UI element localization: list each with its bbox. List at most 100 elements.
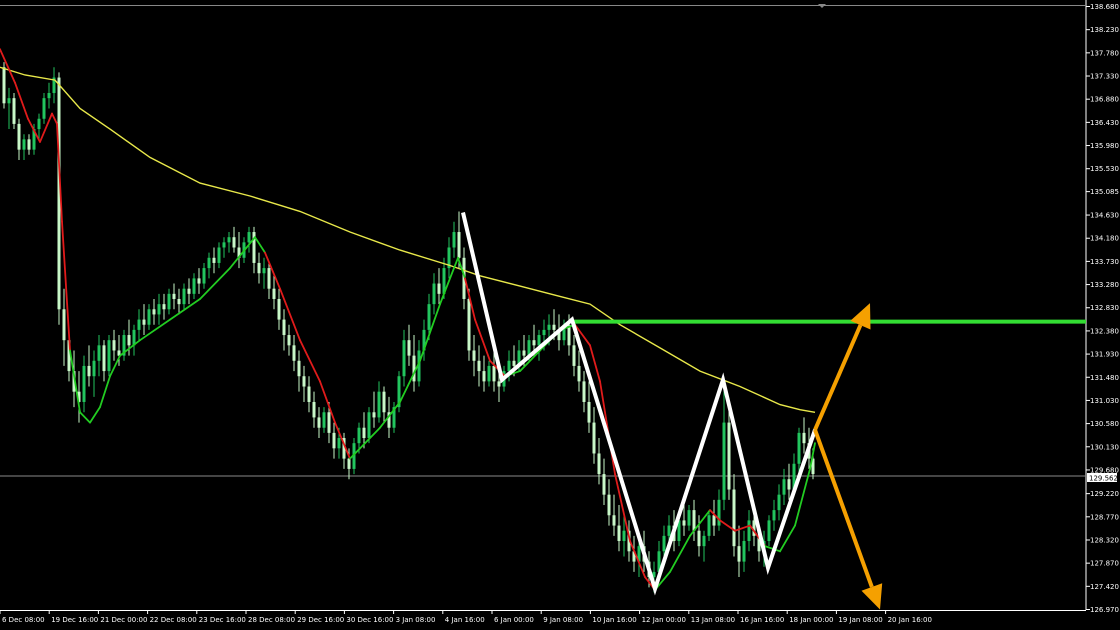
price-tick-label: 127.870 [1090, 560, 1119, 568]
price-tick-label: 136.880 [1090, 96, 1119, 104]
candle-body [27, 139, 31, 150]
candle-body [602, 474, 606, 495]
candle-body [572, 345, 576, 366]
candle-body [217, 247, 221, 263]
candle-body [332, 432, 336, 449]
price-chart[interactable]: 138.680 138.230 137.780 137.330 136.880 136.4… [0, 0, 1120, 630]
time-tick-label: 4 Jan 16:00 [445, 616, 485, 624]
candle-body [662, 535, 666, 552]
candle-body [732, 489, 736, 547]
candle [397, 371, 401, 413]
candle-body [247, 232, 251, 243]
candle-body [667, 525, 671, 536]
price-tick-label: 128.320 [1090, 536, 1119, 544]
candle-body [432, 283, 436, 305]
candle-body [592, 422, 596, 454]
candle-body [297, 360, 301, 377]
price-tick-label: 131.930 [1090, 351, 1119, 359]
candle-body [727, 422, 731, 490]
candle [12, 93, 16, 130]
candle-body [492, 365, 496, 382]
time-tick-label: 6 Jan 00:00 [494, 616, 534, 624]
time-tick-label: 13 Jan 08:00 [691, 616, 735, 624]
candle-body [597, 453, 601, 475]
time-tick-label: 19 Jan 08:00 [838, 616, 882, 624]
candle-body [317, 417, 321, 428]
candle-body [737, 546, 741, 562]
price-tick-label: 134.180 [1090, 235, 1119, 243]
candle-body [587, 401, 591, 423]
candle-body [682, 520, 686, 526]
candle-body [697, 530, 701, 547]
candle-body [782, 479, 786, 495]
candle-body [182, 288, 186, 305]
candle-body [607, 494, 611, 516]
candle-body [222, 242, 226, 248]
time-tick-label: 28 Dec 08:00 [248, 616, 295, 624]
candle-body [452, 232, 456, 248]
time-tick-label: 3 Jan 08:00 [396, 616, 436, 624]
candle-body [692, 510, 696, 531]
time-tick-label: 30 Dec 16:00 [346, 616, 393, 624]
price-tick-label: 132.830 [1090, 304, 1119, 312]
time-tick-label: 9 Jan 08:00 [543, 616, 583, 624]
candle-body [327, 412, 331, 433]
time-tick-label: 6 Dec 08:00 [2, 616, 45, 624]
candle-body [777, 494, 781, 511]
time-tick-label: 23 Dec 16:00 [199, 616, 246, 624]
candle-body [157, 304, 161, 315]
time-tick-label: 19 Dec 16:00 [51, 616, 98, 624]
candle-body [302, 376, 306, 387]
candle-body [87, 365, 91, 377]
candle-body [97, 345, 101, 361]
candle-body [367, 412, 371, 439]
current-price-label: 129.562 [1089, 475, 1118, 483]
candle-body [377, 391, 381, 418]
candle-body [232, 237, 236, 248]
candle-body [457, 232, 461, 258]
candle-body [472, 350, 476, 361]
price-tick-label: 133.730 [1090, 258, 1119, 266]
candle-body [722, 422, 726, 500]
candle-body [137, 319, 141, 330]
candle-body [477, 360, 481, 372]
candle-body [62, 309, 66, 341]
time-tick-label: 29 Dec 16:00 [297, 616, 344, 624]
candle-body [272, 288, 276, 299]
candle-body [372, 412, 376, 418]
candle-body [347, 458, 351, 469]
candle-body [277, 298, 281, 320]
time-tick-label: 16 Jan 16:00 [740, 616, 784, 624]
time-tick-label: 12 Jan 00:00 [642, 616, 686, 624]
price-tick-label: 137.330 [1090, 73, 1119, 81]
candle-body [552, 324, 556, 330]
candle-body [542, 329, 546, 336]
candle-body [227, 237, 231, 243]
candle-body [322, 412, 326, 428]
candle-body [47, 93, 51, 99]
price-tick-label: 129.220 [1090, 490, 1119, 498]
candle [107, 335, 111, 377]
time-tick-label: 20 Jan 16:00 [888, 616, 932, 624]
price-tick-label: 137.780 [1090, 49, 1119, 57]
candle-body [37, 118, 41, 130]
candle-body [262, 268, 266, 274]
price-tick-label: 132.380 [1090, 327, 1119, 335]
candle-body [547, 324, 551, 330]
candle-body [207, 257, 211, 269]
price-tick-label: 131.030 [1090, 397, 1119, 405]
candle-body [152, 309, 156, 315]
candle-body [787, 479, 791, 490]
price-tick-label: 126.970 [1090, 606, 1119, 614]
candle-body [702, 535, 706, 547]
candle-body [497, 381, 501, 387]
candle-body [512, 360, 516, 366]
candle-body [532, 340, 536, 346]
candle-body [17, 123, 21, 150]
candle-body [467, 298, 471, 351]
candle-body [362, 427, 366, 439]
candle-body [102, 345, 106, 372]
candle-body [437, 283, 441, 294]
candle-body [407, 340, 411, 356]
time-tick-label: 22 Dec 08:00 [150, 616, 197, 624]
